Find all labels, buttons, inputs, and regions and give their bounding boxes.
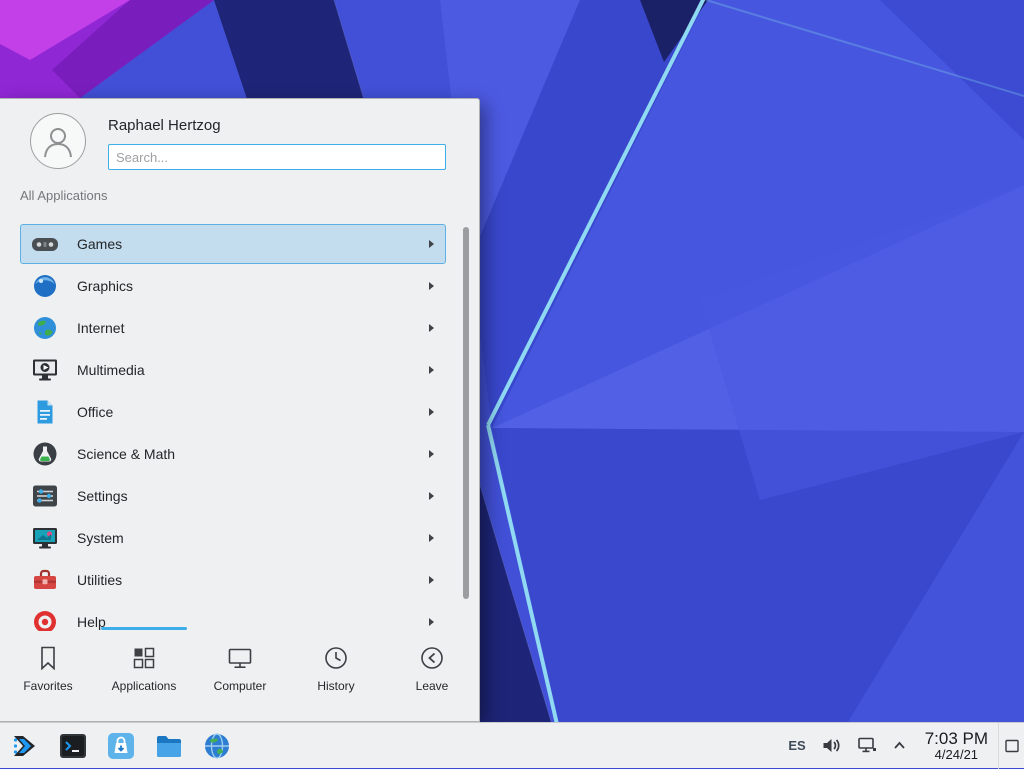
office-icon xyxy=(31,398,59,426)
file-manager-launcher[interactable] xyxy=(152,729,186,763)
help-icon xyxy=(31,608,59,631)
taskbar-launchers xyxy=(0,729,234,763)
category-label: Settings xyxy=(77,488,128,504)
category-settings[interactable]: Settings xyxy=(0,475,480,517)
tab-computer[interactable]: Computer xyxy=(192,627,288,721)
tab-history[interactable]: History xyxy=(288,627,384,721)
submenu-arrow-icon xyxy=(429,240,434,248)
system-tray: ES 7:03 PM 4/24/21 xyxy=(788,729,998,763)
category-label: Multimedia xyxy=(77,362,145,378)
tab-favorites[interactable]: Favorites xyxy=(0,627,96,721)
submenu-arrow-icon xyxy=(429,618,434,626)
category-multimedia[interactable]: Multimedia xyxy=(0,349,480,391)
computer-icon xyxy=(226,644,254,672)
category-label: Utilities xyxy=(77,572,122,588)
file-manager-icon xyxy=(154,731,184,761)
submenu-arrow-icon xyxy=(429,576,434,584)
category-label: Office xyxy=(77,404,113,420)
tab-leave[interactable]: Leave xyxy=(384,627,480,721)
tab-applications[interactable]: Applications xyxy=(96,627,192,721)
category-list: Games Graphics Internet Multimedia xyxy=(0,223,480,631)
category-label: Internet xyxy=(77,320,124,336)
search-input[interactable] xyxy=(108,144,446,170)
games-icon xyxy=(31,230,59,258)
category-label: Science & Math xyxy=(77,446,175,462)
clock-time: 7:03 PM xyxy=(925,729,988,748)
application-launcher-menu: Raphael Hertzog All Applications Games G… xyxy=(0,98,480,722)
category-utilities[interactable]: Utilities xyxy=(0,559,480,601)
clock-date: 4/24/21 xyxy=(925,748,988,763)
clock[interactable]: 7:03 PM 4/24/21 xyxy=(925,729,988,763)
software-center-launcher[interactable] xyxy=(104,729,138,763)
terminal-launcher[interactable] xyxy=(56,729,90,763)
category-system[interactable]: System xyxy=(0,517,480,559)
category-label: System xyxy=(77,530,124,546)
user-icon xyxy=(38,121,78,161)
launcher-header: Raphael Hertzog xyxy=(0,99,479,180)
internet-icon xyxy=(31,314,59,342)
bookmark-icon xyxy=(34,644,62,672)
category-games[interactable]: Games xyxy=(0,223,480,265)
active-tab-indicator xyxy=(101,627,187,630)
web-browser-icon xyxy=(202,731,232,761)
utilities-icon xyxy=(31,566,59,594)
user-avatar[interactable] xyxy=(30,113,86,169)
category-label: Games xyxy=(77,236,122,252)
keyboard-layout-indicator[interactable]: ES xyxy=(788,738,805,753)
category-graphics[interactable]: Graphics xyxy=(0,265,480,307)
volume-icon[interactable] xyxy=(821,735,842,756)
discover-icon xyxy=(106,731,136,761)
section-label: All Applications xyxy=(0,180,479,203)
launcher-tabbar: Favorites Applications Computer History xyxy=(0,627,480,721)
show-desktop-icon xyxy=(1004,738,1020,754)
submenu-arrow-icon xyxy=(429,450,434,458)
leave-icon xyxy=(418,644,446,672)
multimedia-icon xyxy=(31,356,59,384)
settings-icon xyxy=(31,482,59,510)
submenu-arrow-icon xyxy=(429,534,434,542)
show-desktop-button[interactable] xyxy=(998,723,1024,769)
category-science-math[interactable]: Science & Math xyxy=(0,433,480,475)
terminal-icon xyxy=(58,731,88,761)
taskbar: ES 7:03 PM 4/24/21 xyxy=(0,722,1024,768)
app-launcher-button[interactable] xyxy=(8,729,42,763)
list-scrollbar[interactable] xyxy=(463,227,469,599)
history-icon xyxy=(322,644,350,672)
graphics-icon xyxy=(31,272,59,300)
submenu-arrow-icon xyxy=(429,492,434,500)
submenu-arrow-icon xyxy=(429,324,434,332)
kickoff-icon xyxy=(10,731,40,761)
system-icon xyxy=(31,524,59,552)
web-browser-launcher[interactable] xyxy=(200,729,234,763)
network-icon[interactable] xyxy=(857,735,878,756)
submenu-arrow-icon xyxy=(429,282,434,290)
app-grid-icon xyxy=(130,644,158,672)
user-name: Raphael Hertzog xyxy=(108,117,463,134)
category-office[interactable]: Office xyxy=(0,391,480,433)
submenu-arrow-icon xyxy=(429,366,434,374)
category-internet[interactable]: Internet xyxy=(0,307,480,349)
submenu-arrow-icon xyxy=(429,408,434,416)
science-icon xyxy=(31,440,59,468)
category-label: Help xyxy=(77,614,106,630)
expand-tray-icon[interactable] xyxy=(893,739,906,752)
category-label: Graphics xyxy=(77,278,133,294)
